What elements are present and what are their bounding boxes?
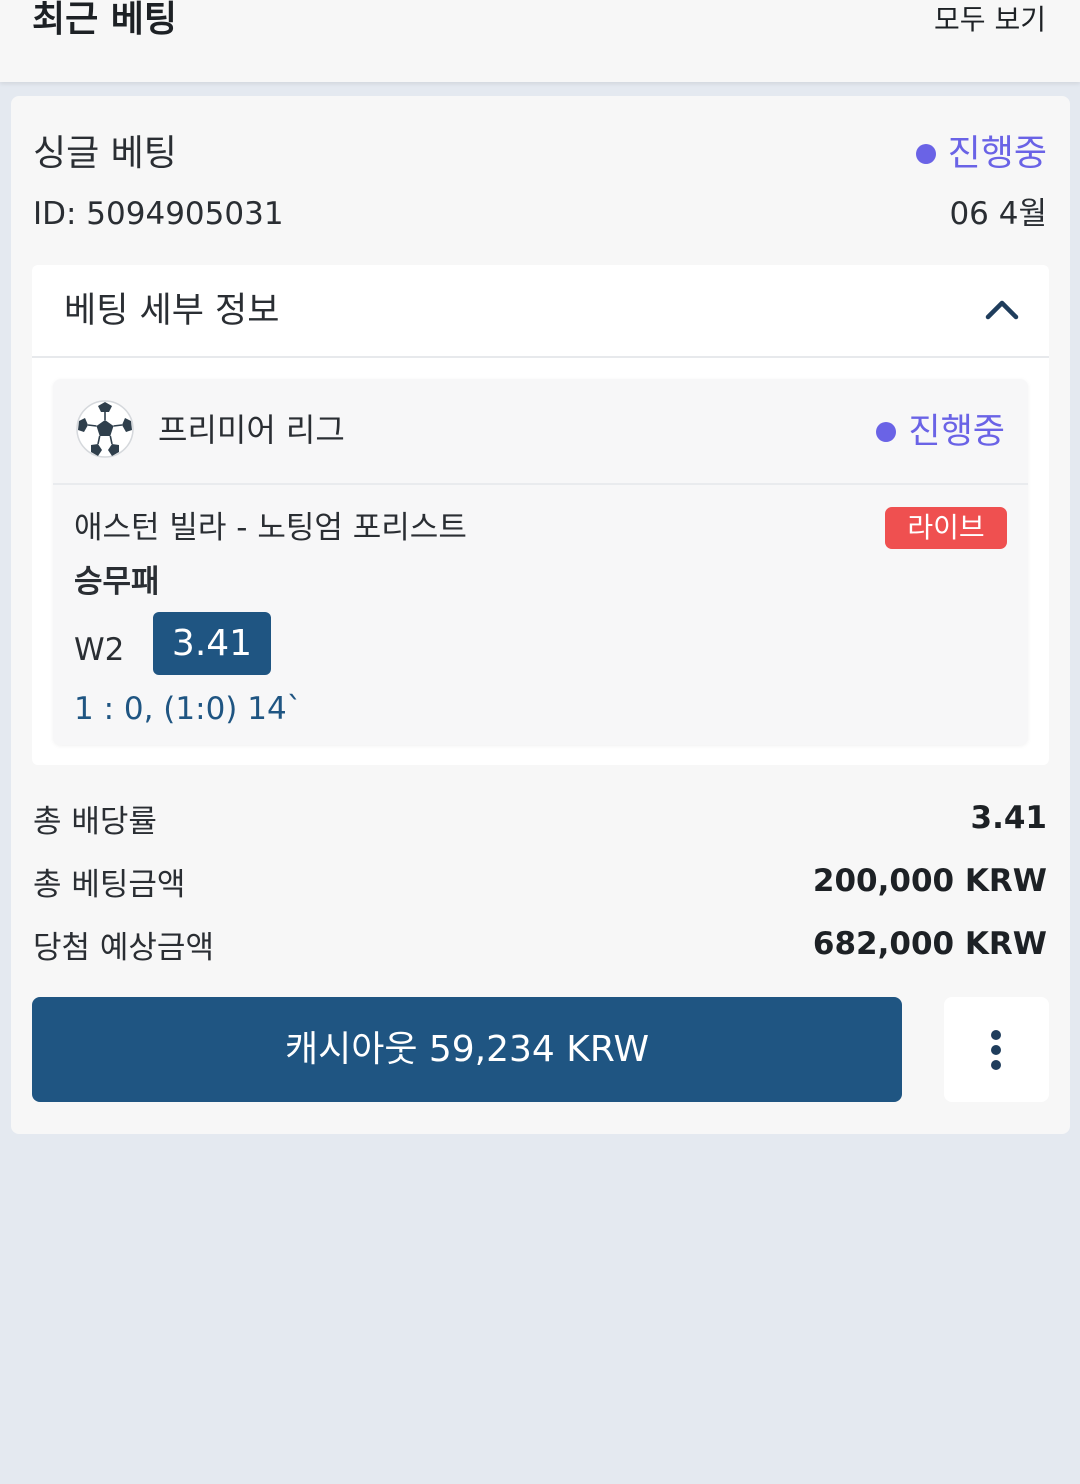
top-bar: 최근 베팅 모두 보기 bbox=[0, 0, 1080, 82]
status-dot-icon bbox=[915, 144, 936, 164]
bet-details-label: 베팅 세부 정보 bbox=[64, 291, 280, 331]
bet-details-panel: 베팅 세부 정보 프리미어 리그 진행중 애스턴 빌라 - 노팅엄 포리스트 라… bbox=[32, 265, 1049, 765]
chevron-up-icon[interactable] bbox=[985, 297, 1019, 321]
potential-win-row: 당첨 예상금액 682,000 KRW bbox=[33, 922, 1047, 966]
odds-badge: 3.41 bbox=[153, 612, 271, 675]
view-all-link[interactable]: 모두 보기 bbox=[934, 0, 1046, 40]
potential-win-label: 당첨 예상금액 bbox=[33, 929, 214, 966]
bet-status: 진행중 bbox=[915, 132, 1047, 176]
total-stake-label: 총 베팅금액 bbox=[33, 866, 186, 903]
total-stake-value: 200,000 KRW bbox=[812, 863, 1047, 899]
bet-id: ID: 5094905031 bbox=[33, 196, 284, 232]
bet-card: 싱글 베팅 진행중 ID: 5094905031 06 4월 베팅 세부 정보 bbox=[11, 96, 1070, 1134]
total-odds-value: 3.41 bbox=[970, 800, 1048, 836]
live-score: 1 : 0, (1:0) 14` bbox=[74, 691, 303, 727]
event-status: 진행중 bbox=[876, 410, 1005, 454]
cashout-button[interactable]: 캐시아웃 59,234 KRW bbox=[32, 997, 902, 1102]
event-header: 프리미어 리그 진행중 bbox=[53, 379, 1028, 485]
live-badge: 라이브 bbox=[885, 507, 1007, 549]
more-vertical-icon bbox=[991, 1030, 1001, 1070]
page-title: 최근 베팅 bbox=[32, 0, 178, 40]
selection-label: W2 bbox=[74, 632, 125, 668]
event-status-label: 진행중 bbox=[908, 412, 1005, 452]
bet-type: 싱글 베팅 bbox=[33, 133, 177, 174]
soccer-ball-icon bbox=[76, 400, 134, 458]
bet-status-label: 진행중 bbox=[947, 133, 1047, 174]
event-item: 프리미어 리그 진행중 애스턴 빌라 - 노팅엄 포리스트 라이브 승무패 W2… bbox=[53, 379, 1028, 745]
match-name: 애스턴 빌라 - 노팅엄 포리스트 bbox=[74, 510, 467, 546]
market-name: 승무패 bbox=[74, 564, 160, 600]
bet-date: 06 4월 bbox=[949, 196, 1047, 232]
total-odds-label: 총 배당률 bbox=[33, 803, 157, 840]
bet-details-toggle[interactable]: 베팅 세부 정보 bbox=[32, 265, 1049, 358]
status-dot-icon bbox=[876, 422, 897, 442]
total-odds-row: 총 배당률 3.41 bbox=[33, 796, 1047, 840]
total-stake-row: 총 베팅금액 200,000 KRW bbox=[33, 859, 1047, 903]
potential-win-value: 682,000 KRW bbox=[812, 926, 1047, 962]
more-options-button[interactable] bbox=[944, 997, 1049, 1102]
league-name: 프리미어 리그 bbox=[158, 411, 345, 449]
